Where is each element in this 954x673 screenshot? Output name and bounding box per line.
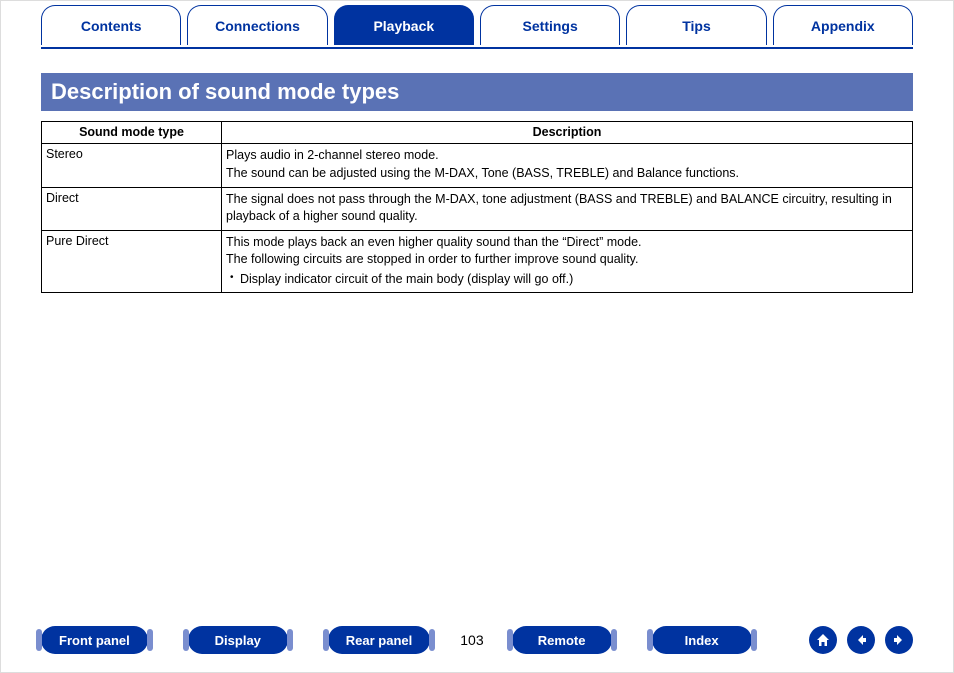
tab-label: Playback <box>373 18 434 34</box>
link-index[interactable]: Index <box>652 626 752 654</box>
tab-connections[interactable]: Connections <box>187 5 327 45</box>
top-tabs: Contents Connections Playback Settings T… <box>1 1 953 47</box>
tab-appendix[interactable]: Appendix <box>773 5 913 45</box>
tab-label: Tips <box>682 18 711 34</box>
tab-label: Appendix <box>811 18 875 34</box>
pill-label: Display <box>215 633 261 648</box>
next-page-button[interactable] <box>885 626 913 654</box>
pill-label: Rear panel <box>346 633 412 648</box>
tab-playback[interactable]: Playback <box>334 5 474 45</box>
desc-bullet: Display indicator circuit of the main bo… <box>226 271 908 288</box>
mode-type: Direct <box>42 187 222 230</box>
tab-settings[interactable]: Settings <box>480 5 620 45</box>
desc-line: The sound can be adjusted using the M-DA… <box>226 165 908 182</box>
table-row: Stereo Plays audio in 2-channel stereo m… <box>42 144 913 188</box>
desc-line: The following circuits are stopped in or… <box>226 251 908 268</box>
tab-contents[interactable]: Contents <box>41 5 181 45</box>
mode-desc: The signal does not pass through the M-D… <box>222 187 913 230</box>
tab-label: Connections <box>215 18 300 34</box>
mode-desc: This mode plays back an even higher qual… <box>222 230 913 293</box>
link-front-panel[interactable]: Front panel <box>41 626 148 654</box>
section-title: Description of sound mode types <box>41 73 913 111</box>
mode-desc: Plays audio in 2-channel stereo mode. Th… <box>222 144 913 188</box>
home-icon <box>815 632 831 648</box>
pill-label: Index <box>685 633 719 648</box>
col-header-desc: Description <box>222 122 913 144</box>
page-content: Description of sound mode types Sound mo… <box>1 49 953 293</box>
link-display[interactable]: Display <box>188 626 288 654</box>
prev-page-button[interactable] <box>847 626 875 654</box>
desc-line: The signal does not pass through the M-D… <box>226 191 908 225</box>
mode-type: Stereo <box>42 144 222 188</box>
tab-tips[interactable]: Tips <box>626 5 766 45</box>
desc-line: This mode plays back an even higher qual… <box>226 234 908 251</box>
arrow-right-icon <box>891 632 907 648</box>
table-row: Pure Direct This mode plays back an even… <box>42 230 913 293</box>
col-header-type: Sound mode type <box>42 122 222 144</box>
page-number: 103 <box>460 632 483 648</box>
tab-label: Settings <box>523 18 578 34</box>
nav-icons <box>809 626 913 654</box>
pill-label: Front panel <box>59 633 130 648</box>
mode-type: Pure Direct <box>42 230 222 293</box>
sound-modes-table: Sound mode type Description Stereo Plays… <box>41 121 913 293</box>
link-rear-panel[interactable]: Rear panel <box>328 626 430 654</box>
tab-label: Contents <box>81 18 142 34</box>
desc-line: Plays audio in 2-channel stereo mode. <box>226 147 908 164</box>
arrow-left-icon <box>853 632 869 648</box>
pill-label: Remote <box>538 633 586 648</box>
table-header-row: Sound mode type Description <box>42 122 913 144</box>
table-row: Direct The signal does not pass through … <box>42 187 913 230</box>
link-remote[interactable]: Remote <box>512 626 612 654</box>
home-button[interactable] <box>809 626 837 654</box>
footer: Front panel Display Rear panel 103 Remot… <box>1 626 953 654</box>
